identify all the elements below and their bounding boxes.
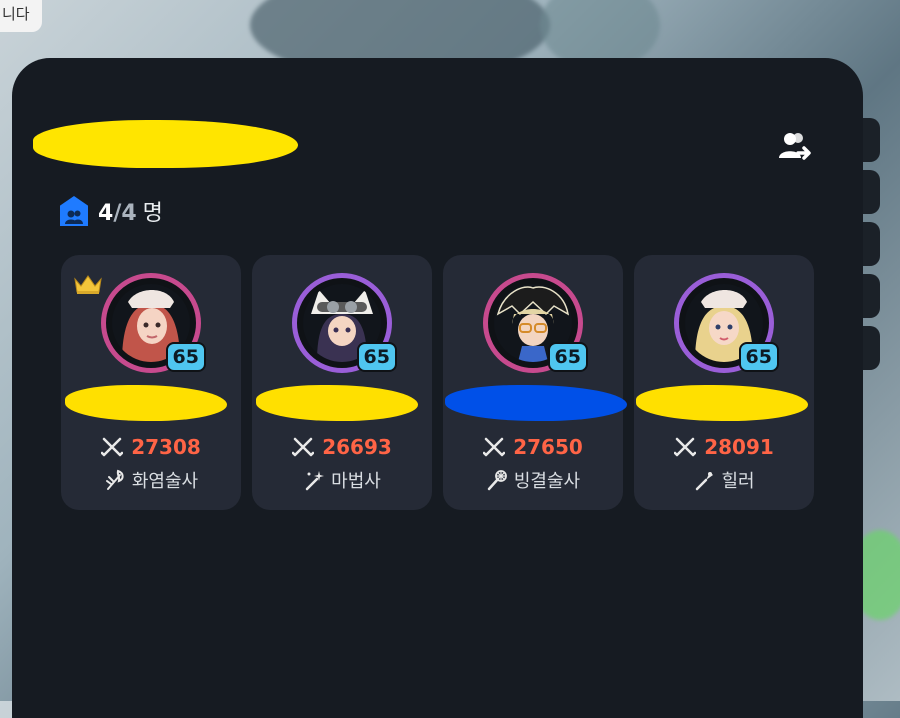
- member-card[interactable]: 65 27308 화염술사: [61, 255, 241, 510]
- member-level: 65: [738, 342, 779, 372]
- member-class: 화염술사: [61, 467, 241, 493]
- leave-party-button[interactable]: [776, 127, 816, 167]
- crossed-swords-icon: [674, 437, 697, 457]
- member-card[interactable]: 65 26693 마법사: [252, 255, 432, 510]
- combat-power-value: 28091: [704, 435, 774, 459]
- combat-power: 26693: [252, 435, 432, 459]
- member-count: 4/4 명: [60, 195, 163, 227]
- member-card[interactable]: 65 27650 빙결술사: [443, 255, 627, 510]
- party-members-icon: [60, 196, 88, 226]
- member-class: 빙결술사: [443, 467, 623, 493]
- member-level: 65: [547, 342, 588, 372]
- current-members: 4: [98, 201, 114, 226]
- crossed-swords-icon: [101, 437, 124, 457]
- member-avatar: 65: [483, 273, 588, 373]
- combat-power-value: 27308: [131, 435, 201, 459]
- healing-staff-icon: [696, 472, 714, 491]
- class-name: 힐러: [721, 471, 755, 492]
- member-class: 힐러: [634, 467, 814, 493]
- combat-power: 27308: [61, 435, 241, 459]
- member-name-redaction: [256, 385, 418, 421]
- party-title-redaction: [33, 120, 298, 168]
- combat-power: 27650: [443, 435, 623, 459]
- crossed-swords-icon: [483, 437, 506, 457]
- combat-power-value: 27650: [513, 435, 583, 459]
- member-count-text: 4/4 명: [98, 195, 163, 227]
- party-leader-crown-icon: [74, 275, 102, 294]
- class-name: 화염술사: [131, 471, 199, 492]
- class-name: 마법사: [331, 471, 381, 492]
- combat-power: 28091: [634, 435, 814, 459]
- member-name-redaction: [65, 385, 227, 421]
- crossed-swords-icon: [292, 437, 315, 457]
- member-avatar: 65: [674, 273, 779, 373]
- max-members: 4: [121, 201, 137, 226]
- member-level: 65: [356, 342, 397, 372]
- member-name-redaction: [445, 385, 627, 421]
- top-notice: 니다: [0, 0, 42, 32]
- count-unit: 명: [142, 201, 163, 226]
- member-class: 마법사: [252, 467, 432, 493]
- leave-party-icon: [779, 133, 811, 160]
- frost-staff-icon: [487, 470, 507, 491]
- people-icon: [65, 210, 83, 224]
- flame-staff-icon: [105, 469, 124, 490]
- combat-power-value: 26693: [322, 435, 392, 459]
- member-cards: 65 27308 화염술사 65 26693 마법사 65 27650 빙결술사…: [61, 255, 814, 510]
- member-level: 65: [165, 342, 206, 372]
- magic-wand-icon: [305, 471, 325, 491]
- member-avatar: 65: [101, 273, 206, 373]
- member-card[interactable]: 65 28091 힐러: [634, 255, 814, 510]
- class-name: 빙결술사: [513, 471, 581, 492]
- member-name-redaction: [636, 385, 808, 421]
- member-avatar: 65: [292, 273, 397, 373]
